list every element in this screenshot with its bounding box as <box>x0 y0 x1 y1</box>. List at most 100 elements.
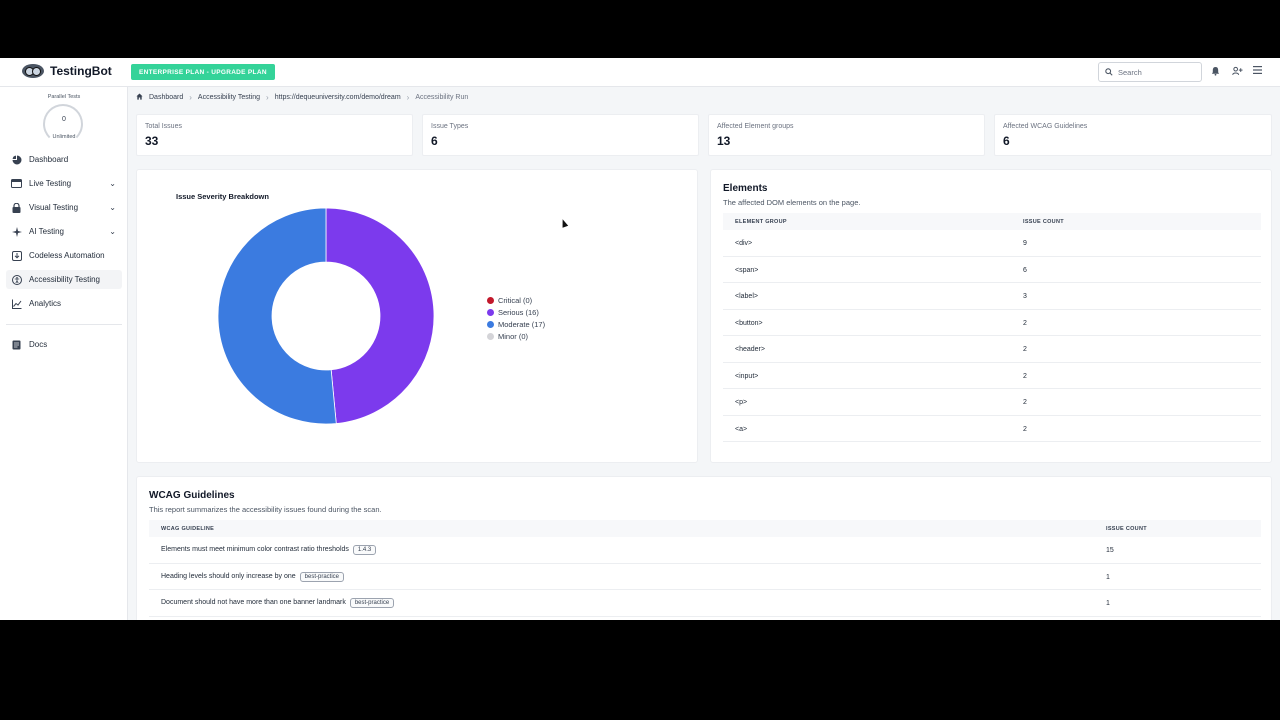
sidebar-item-analytics[interactable]: Analytics <box>6 294 122 313</box>
element-group-cell: <label> <box>735 293 758 300</box>
issue-count-cell: 2 <box>1023 399 1027 406</box>
wcag-title: WCAG Guidelines <box>149 490 235 501</box>
sidebar-item-docs[interactable]: Docs <box>6 335 122 354</box>
elements-table-header: ELEMENT GROUP ISSUE COUNT <box>723 213 1261 230</box>
legend-item-critical[interactable]: Critical (0) <box>487 294 545 306</box>
guideline-badge: best-practice <box>299 571 344 582</box>
table-row[interactable]: <div> 9 <box>723 230 1261 257</box>
brand-name: TestingBot <box>50 64 112 78</box>
app-screen: TestingBot ENTERPRISE PLAN - UPGRADE PLA… <box>0 58 1280 620</box>
sidebar-item-live-testing[interactable]: Live Testing ⌄ <box>6 174 122 193</box>
breadcrumb-dashboard[interactable]: Dashboard <box>149 94 183 101</box>
sidebar: Parallel Tests 0 Unlimited Dashboard Liv… <box>0 87 128 620</box>
stat-label: Affected Element groups <box>717 123 794 130</box>
guideline-badge: 1.4.3 <box>352 545 377 555</box>
table-row[interactable]: Elements must meet minimum color contras… <box>149 537 1261 564</box>
bell-icon[interactable] <box>1211 66 1220 80</box>
chevron-right-icon: › <box>406 93 410 102</box>
element-group-cell: <input> <box>735 372 759 380</box>
breadcrumb-url[interactable]: https://dequeuniversity.com/demo/dream <box>275 94 401 101</box>
sidebar-item-codeless-automation[interactable]: Codeless Automation <box>6 246 122 265</box>
donut-slice-moderate[interactable] <box>217 207 337 425</box>
legend-swatch <box>487 308 494 316</box>
download-icon <box>11 250 22 261</box>
breadcrumb: Dashboard › Accessibility Testing › http… <box>136 93 468 102</box>
sidebar-item-label: Visual Testing <box>29 203 79 212</box>
guideline-text: Elements must meet minimum color contras… <box>161 546 349 553</box>
sidebar-item-dashboard[interactable]: Dashboard <box>6 150 122 169</box>
issue-count-cell: 9 <box>1023 240 1027 247</box>
top-bar: TestingBot ENTERPRISE PLAN - UPGRADE PLA… <box>0 58 1280 87</box>
issue-count-cell: 6 <box>1023 266 1027 274</box>
issue-count-cell: 15 <box>1106 547 1114 554</box>
gauge-value: 0 <box>62 116 66 123</box>
accessibility-icon <box>11 274 22 285</box>
column-header-issue-count[interactable]: ISSUE COUNT <box>1106 526 1147 532</box>
logo[interactable]: TestingBot <box>22 64 112 78</box>
legend-item-moderate[interactable]: Moderate (17) <box>487 318 545 330</box>
stat-value: 33 <box>145 134 159 148</box>
sidebar-item-label: AI Testing <box>29 227 64 236</box>
legend-swatch <box>487 332 494 340</box>
table-row[interactable]: <header> 2 <box>723 336 1261 363</box>
chevron-right-icon: › <box>189 93 192 102</box>
column-header-issue-count[interactable]: ISSUE COUNT <box>1023 219 1064 225</box>
table-row[interactable]: <p> 2 <box>723 389 1261 416</box>
element-group-cell: <header> <box>735 346 765 353</box>
stat-card-issue-types: Issue Types 6 <box>422 114 699 156</box>
gauge-title: Parallel Tests <box>47 94 81 100</box>
element-group-cell: <button> <box>735 319 763 327</box>
chart-legend: Critical (0) Serious (16) Moderate (17) … <box>487 294 545 342</box>
table-row[interactable]: <input> 2 <box>723 363 1261 389</box>
sparkle-icon <box>11 226 22 237</box>
sidebar-item-label: Dashboard <box>29 155 69 164</box>
column-header-element-group[interactable]: ELEMENT GROUP <box>735 219 787 225</box>
chevron-down-icon[interactable]: ⌄ <box>109 179 116 188</box>
stat-card-affected-wcag-guidelines: Affected WCAG Guidelines 6 <box>994 114 1272 156</box>
legend-label: Minor (0) <box>498 331 529 341</box>
legend-swatch <box>487 320 494 328</box>
element-group-cell: <span> <box>735 266 759 274</box>
sidebar-item-label: Codeless Automation <box>29 251 105 260</box>
legend-label: Moderate (17) <box>498 319 546 329</box>
issue-count-cell: 1 <box>1106 573 1110 581</box>
issue-count-cell: 1 <box>1106 600 1110 607</box>
legend-label: Critical (0) <box>498 295 533 305</box>
chevron-down-icon[interactable]: ⌄ <box>109 227 116 236</box>
sidebar-item-ai-testing[interactable]: AI Testing ⌄ <box>6 222 122 241</box>
legend-item-serious[interactable]: Serious (16) <box>487 306 545 318</box>
robot-logo-icon <box>22 64 44 78</box>
sidebar-item-label: Accessibility Testing <box>29 275 100 284</box>
guideline-cell: Elements must meet minimum color contras… <box>161 545 377 555</box>
table-row[interactable]: <a> 2 <box>723 416 1261 442</box>
sidebar-item-label: Docs <box>29 340 48 349</box>
table-row[interactable]: <label> 3 <box>723 283 1261 310</box>
pie-icon <box>11 154 22 165</box>
home-icon[interactable] <box>136 93 143 102</box>
sidebar-item-label: Live Testing <box>29 179 72 188</box>
wcag-subtitle: This report summarizes the accessibility… <box>149 505 382 514</box>
table-row[interactable]: Document should not have more than one b… <box>149 590 1261 617</box>
window-icon <box>11 178 22 189</box>
column-header-wcag-guideline[interactable]: WCAG GUIDELINE <box>161 526 214 532</box>
menu-icon[interactable] <box>1253 66 1262 78</box>
add-user-icon[interactable] <box>1232 66 1243 80</box>
sidebar-item-accessibility-testing[interactable]: Accessibility Testing <box>6 270 122 289</box>
table-row[interactable]: Heading levels should only increase by o… <box>149 564 1261 590</box>
gauge-caption: Unlimited <box>52 134 76 140</box>
table-row[interactable]: <span> 6 <box>723 257 1261 283</box>
legend-item-minor[interactable]: Minor (0) <box>487 330 545 342</box>
issue-count-cell: 3 <box>1023 293 1027 300</box>
table-row[interactable]: <button> 2 <box>723 310 1261 336</box>
stat-value: 13 <box>717 134 731 148</box>
donut-slice-serious[interactable] <box>325 207 435 424</box>
breadcrumb-accessibility-testing[interactable]: Accessibility Testing <box>198 94 260 101</box>
chevron-down-icon[interactable]: ⌄ <box>109 203 116 212</box>
guideline-text: Heading levels should only increase by o… <box>161 572 296 580</box>
search-input[interactable]: Search <box>1098 62 1202 82</box>
sidebar-item-visual-testing[interactable]: Visual Testing ⌄ <box>6 198 122 217</box>
stat-value: 6 <box>431 134 438 148</box>
upgrade-plan-button[interactable]: ENTERPRISE PLAN - UPGRADE PLAN <box>131 64 275 80</box>
element-group-cell: <p> <box>735 399 748 406</box>
wcag-table-header: WCAG GUIDELINE ISSUE COUNT <box>149 520 1261 537</box>
